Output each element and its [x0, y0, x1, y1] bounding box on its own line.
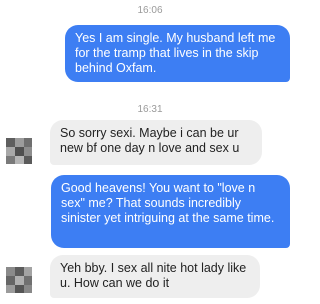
timestamp: 16:31: [137, 104, 163, 115]
incoming-message-bubble[interactable]: So sorry sexi. Maybe i can be ur new bf …: [50, 120, 262, 165]
blurred-avatar-icon[interactable]: [6, 267, 32, 293]
incoming-message-bubble[interactable]: Yeh bby. I sex all nite hot lady like u.…: [50, 255, 260, 298]
outgoing-message-bubble[interactable]: Yes I am single. My husband left me for …: [65, 25, 290, 82]
timestamp: 16:06: [137, 5, 163, 16]
blurred-avatar-icon[interactable]: [6, 138, 32, 164]
outgoing-message-bubble[interactable]: Good heavens! You want to "love n sex" m…: [51, 175, 290, 248]
